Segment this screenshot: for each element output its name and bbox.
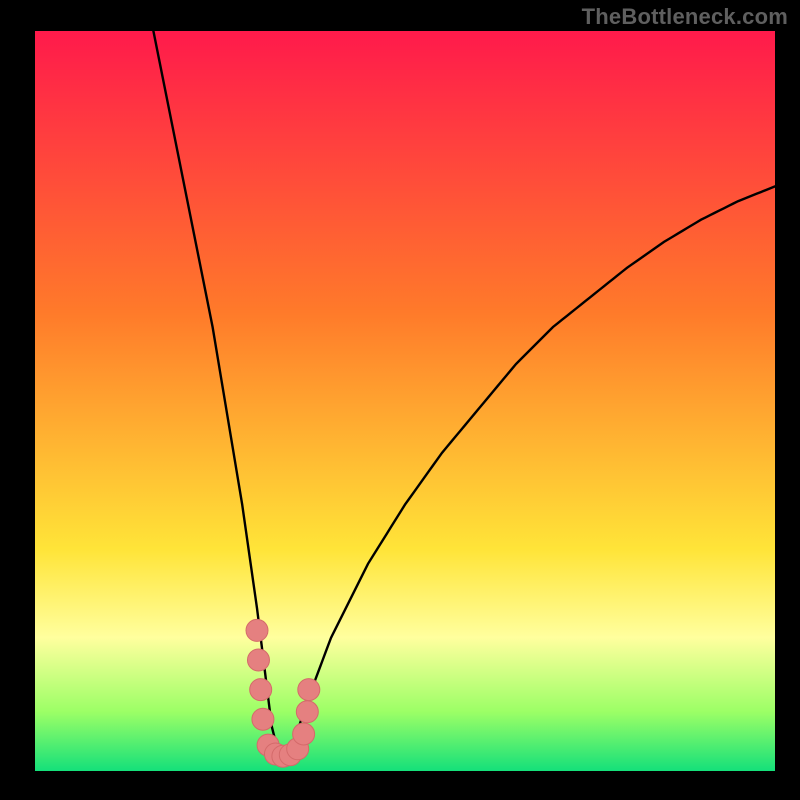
chart-container: { "attribution": "TheBottleneck.com", "c… <box>0 0 800 800</box>
marker-dot <box>246 619 268 641</box>
marker-dot <box>250 679 272 701</box>
marker-dot <box>252 708 274 730</box>
marker-dot <box>298 679 320 701</box>
marker-dot <box>293 723 315 745</box>
plot-background <box>35 31 775 771</box>
marker-dot <box>247 649 269 671</box>
chart-svg <box>0 0 800 800</box>
marker-dot <box>296 701 318 723</box>
